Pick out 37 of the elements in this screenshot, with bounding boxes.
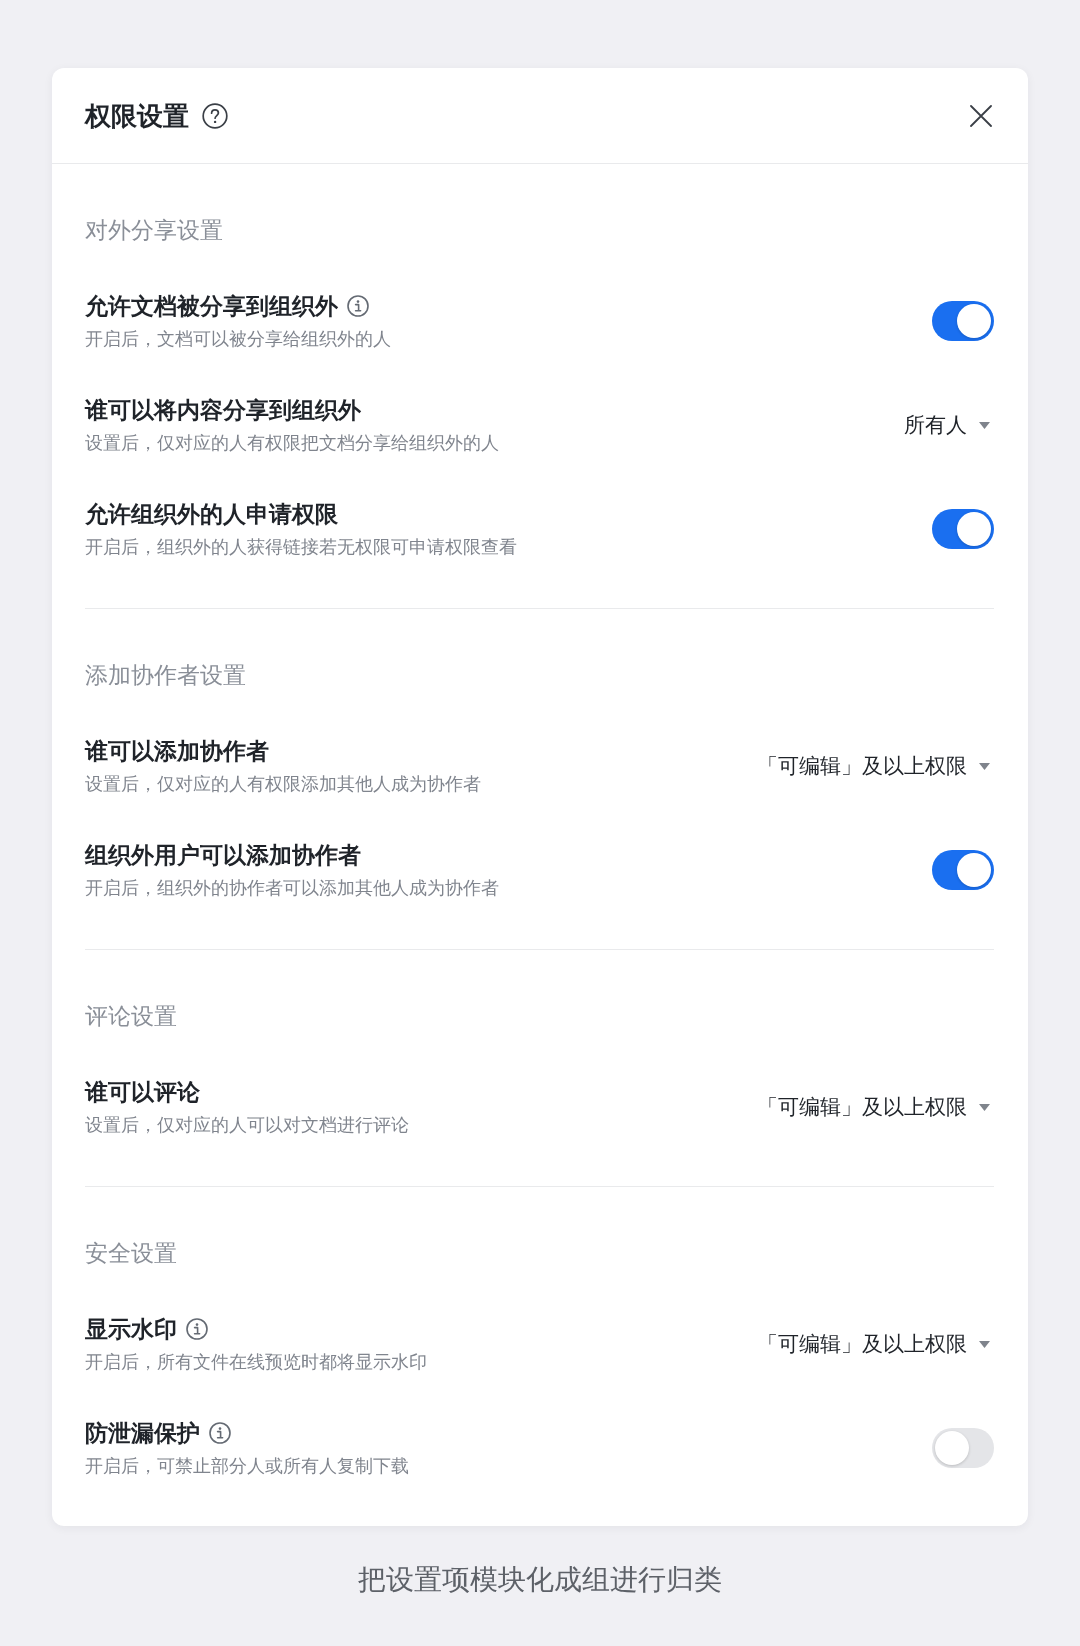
setting-title: 显示水印 bbox=[85, 1315, 177, 1344]
section-title: 对外分享设置 bbox=[85, 216, 223, 245]
setting-title: 防泄漏保护 bbox=[85, 1419, 200, 1448]
section-title: 安全设置 bbox=[85, 1239, 177, 1268]
section-title: 添加协作者设置 bbox=[85, 661, 246, 690]
setting-description: 开启后，可禁止部分人或所有人复制下载 bbox=[85, 1454, 409, 1478]
setting-description: 开启后，所有文件在线预览时都将显示水印 bbox=[85, 1350, 427, 1374]
setting-title: 允许组织外的人申请权限 bbox=[85, 500, 338, 529]
setting-description: 开启后，组织外的人获得链接若无权限可申请权限查看 bbox=[85, 535, 517, 559]
setting-title: 允许文档被分享到组织外 bbox=[85, 292, 338, 321]
caption-text: 把设置项模块化成组进行归类 bbox=[358, 1562, 722, 1598]
close-button[interactable] bbox=[968, 102, 994, 129]
setting-title: 谁可以评论 bbox=[85, 1078, 200, 1107]
permission-dropdown[interactable]: 所有人 bbox=[904, 410, 990, 440]
toggle-switch[interactable] bbox=[932, 301, 994, 341]
toggle-switch[interactable] bbox=[932, 509, 994, 549]
permission-dropdown[interactable]: 「可编辑」及以上权限 bbox=[757, 751, 990, 781]
section-title: 评论设置 bbox=[85, 1002, 177, 1031]
setting-title: 谁可以添加协作者 bbox=[85, 737, 269, 766]
setting-description: 开启后，文档可以被分享给组织外的人 bbox=[85, 327, 391, 351]
permission-dropdown[interactable]: 「可编辑」及以上权限 bbox=[757, 1329, 990, 1359]
setting-title: 谁可以将内容分享到组织外 bbox=[85, 396, 361, 425]
setting-description: 设置后，仅对应的人有权限把文档分享给组织外的人 bbox=[85, 431, 499, 455]
setting-title: 组织外用户可以添加协作者 bbox=[85, 841, 361, 870]
toggle-switch[interactable] bbox=[932, 850, 994, 890]
setting-description: 设置后，仅对应的人可以对文档进行评论 bbox=[85, 1113, 409, 1137]
toggle-switch[interactable] bbox=[932, 1428, 994, 1468]
dialog-title: 权限设置 bbox=[85, 99, 189, 133]
permission-dropdown[interactable]: 「可编辑」及以上权限 bbox=[757, 1092, 990, 1122]
help-icon[interactable] bbox=[202, 102, 228, 129]
setting-description: 设置后，仅对应的人有权限添加其他人成为协作者 bbox=[85, 772, 481, 796]
caret-icon bbox=[979, 1103, 990, 1111]
caret-icon bbox=[979, 762, 990, 770]
caret-icon bbox=[979, 421, 990, 429]
close-icon bbox=[970, 104, 992, 127]
caret-icon bbox=[979, 1340, 990, 1348]
setting-description: 开启后，组织外的协作者可以添加其他人成为协作者 bbox=[85, 876, 499, 900]
